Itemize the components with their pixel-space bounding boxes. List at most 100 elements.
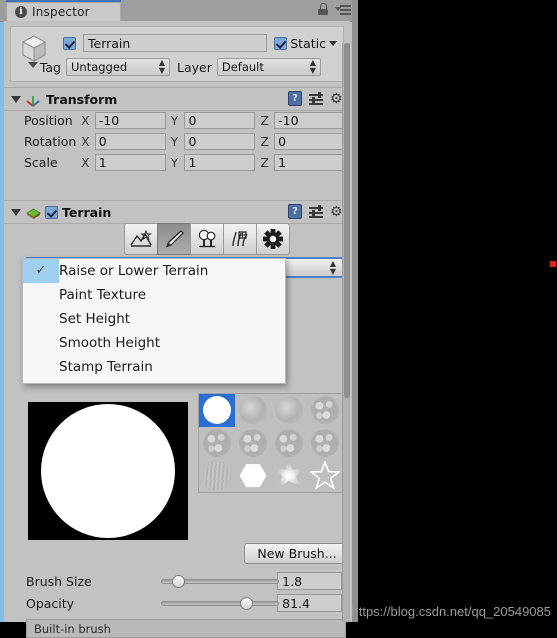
- help-icon[interactable]: ?: [288, 204, 302, 219]
- scale-z-axis-label: Z: [260, 155, 269, 170]
- scale-y-axis-label: Y: [170, 155, 179, 170]
- brush-item-noisy-5[interactable]: [307, 427, 343, 460]
- brush-item-noisy-4[interactable]: [271, 427, 307, 460]
- soft-blob-brush-icon: [275, 396, 303, 425]
- dropdown-item-set-height[interactable]: Set Height: [23, 307, 285, 331]
- new-brush-button[interactable]: New Brush...: [244, 543, 350, 564]
- brush-size-label: Brush Size: [26, 573, 92, 589]
- dropdown-item-label: Set Height: [59, 311, 131, 327]
- noisy-blob-brush-icon: [239, 428, 267, 457]
- noisy-blob-brush-icon: [203, 428, 231, 457]
- create-neighbor-terrains-tool-button[interactable]: [124, 223, 158, 255]
- noisy-blob-brush-icon: [311, 428, 339, 457]
- rotation-y-field[interactable]: 0: [184, 133, 256, 150]
- terrain-tool-dropdown-menu: ✓ Raise or Lower Terrain Paint Texture S…: [22, 258, 286, 384]
- brush-size-value-field[interactable]: 1.8: [277, 572, 342, 590]
- gameobject-name-input[interactable]: Terrain: [83, 34, 268, 52]
- paint-terrain-tool-button[interactable]: [157, 223, 191, 255]
- tag-value: Untagged: [71, 60, 128, 74]
- brush-size-slider[interactable]: [161, 571, 280, 591]
- brush-item-soft-2[interactable]: [271, 394, 307, 427]
- help-icon[interactable]: ?: [288, 91, 302, 106]
- lock-icon[interactable]: [318, 3, 328, 15]
- transform-icon: [26, 92, 40, 107]
- scale-x-axis-label: X: [81, 155, 90, 170]
- preset-icon[interactable]: [309, 92, 323, 105]
- dropdown-item-label: Smooth Height: [59, 335, 161, 351]
- static-dropdown-caret-icon[interactable]: [329, 40, 337, 46]
- position-x-axis-label: X: [81, 113, 90, 128]
- gameobject-enabled-checkbox[interactable]: [63, 36, 76, 50]
- static-label: Static: [290, 35, 326, 51]
- tag-label: Tag: [39, 59, 61, 75]
- five-point-star-brush-icon: [310, 461, 340, 491]
- brush-item-five-point-star[interactable]: [307, 459, 343, 492]
- scale-z-field[interactable]: 1: [274, 154, 346, 171]
- brush-size-slider-thumb[interactable]: [171, 575, 185, 588]
- rotation-z-field[interactable]: 0: [274, 133, 346, 150]
- brush-item-hexagon[interactable]: [235, 459, 271, 492]
- brush-palette: [198, 393, 344, 493]
- rotation-y-axis-label: Y: [170, 134, 179, 149]
- position-label: Position: [24, 113, 73, 128]
- window-divider[interactable]: [352, 0, 358, 622]
- paint-details-tool-button[interactable]: [223, 223, 257, 255]
- info-icon: i: [15, 6, 27, 18]
- tab-inspector-label: Inspector: [32, 5, 90, 19]
- inspector-window: i Inspector Terrain Static Tag Untagged …: [0, 0, 358, 638]
- preset-icon[interactable]: [309, 205, 323, 218]
- opacity-slider-thumb[interactable]: [240, 597, 254, 610]
- streak-brush-icon: [203, 461, 231, 490]
- brush-item-soft-1[interactable]: [235, 394, 271, 427]
- opacity-value-field[interactable]: 81.4: [277, 594, 342, 612]
- tag-layer-row: Tag Untagged ▲ ▼ Layer Default ▲ ▼: [17, 57, 337, 77]
- position-y-axis-label: Y: [170, 113, 179, 128]
- tag-dropdown[interactable]: Untagged ▲ ▼: [66, 58, 170, 76]
- circle-brush-icon: [203, 396, 231, 425]
- transform-component-header[interactable]: Transform ? ⚙: [4, 87, 350, 111]
- brush-size-row: Brush Size 1.8: [26, 571, 342, 591]
- terrain-enabled-checkbox[interactable]: [45, 205, 58, 219]
- brush-item-noisy-1[interactable]: [307, 394, 343, 427]
- transform-foldout-icon[interactable]: [11, 95, 21, 103]
- scale-y-field[interactable]: 1: [184, 154, 256, 171]
- brush-item-noisy-2[interactable]: [199, 427, 235, 460]
- opacity-row: Opacity 81.4: [26, 593, 342, 613]
- brush-item-six-point-star[interactable]: [271, 459, 307, 492]
- screen-root: i Inspector Terrain Static Tag Untagged …: [0, 0, 557, 638]
- transform-row-position: Position X -10 Y 0 Z -10: [4, 110, 350, 131]
- layer-dropdown[interactable]: Default ▲ ▼: [216, 58, 321, 76]
- static-group: Static: [274, 36, 337, 51]
- opacity-slider[interactable]: [161, 593, 280, 613]
- layer-value: Default: [221, 60, 264, 74]
- dropdown-item-smooth-height[interactable]: Smooth Height: [23, 331, 285, 355]
- brush-item-streak[interactable]: [199, 459, 235, 492]
- inspector-scrollbar[interactable]: [342, 43, 350, 622]
- rotation-x-field[interactable]: 0: [94, 133, 166, 150]
- static-checkbox[interactable]: [274, 36, 288, 50]
- position-x-field[interactable]: -10: [94, 112, 166, 129]
- terrain-tool-toolbar: [124, 223, 290, 255]
- transform-row-scale: Scale X 1 Y 1 Z 1: [4, 152, 350, 173]
- brush-item-circle[interactable]: [199, 394, 235, 427]
- dropdown-item-paint-texture[interactable]: Paint Texture: [23, 283, 285, 307]
- position-y-field[interactable]: 0: [184, 112, 256, 129]
- inspector-scrollbar-thumb[interactable]: [344, 43, 350, 398]
- hamburger-menu-icon[interactable]: [335, 4, 351, 15]
- scale-x-field[interactable]: 1: [94, 154, 166, 171]
- transform-header-actions: ? ⚙: [288, 91, 344, 106]
- inspector-tab-bar: i Inspector: [0, 0, 358, 22]
- terrain-foldout-icon[interactable]: [11, 208, 21, 216]
- tab-inspector[interactable]: i Inspector: [6, 2, 121, 21]
- terrain-icon: [26, 205, 41, 219]
- position-z-field[interactable]: -10: [274, 112, 346, 129]
- terrain-component-header[interactable]: Terrain ? ⚙: [4, 200, 350, 224]
- terrain-settings-tool-button[interactable]: [256, 223, 290, 255]
- opacity-label: Opacity: [26, 595, 75, 611]
- paint-trees-tool-button[interactable]: [190, 223, 224, 255]
- dropdown-item-stamp-terrain[interactable]: Stamp Terrain: [23, 355, 285, 379]
- dropdown-item-raise-or-lower-terrain[interactable]: ✓ Raise or Lower Terrain: [23, 259, 285, 283]
- brush-item-noisy-3[interactable]: [235, 427, 271, 460]
- object-header: Terrain Static Tag Untagged ▲ ▼ Layer De…: [10, 26, 344, 82]
- check-icon: ✓: [23, 259, 59, 283]
